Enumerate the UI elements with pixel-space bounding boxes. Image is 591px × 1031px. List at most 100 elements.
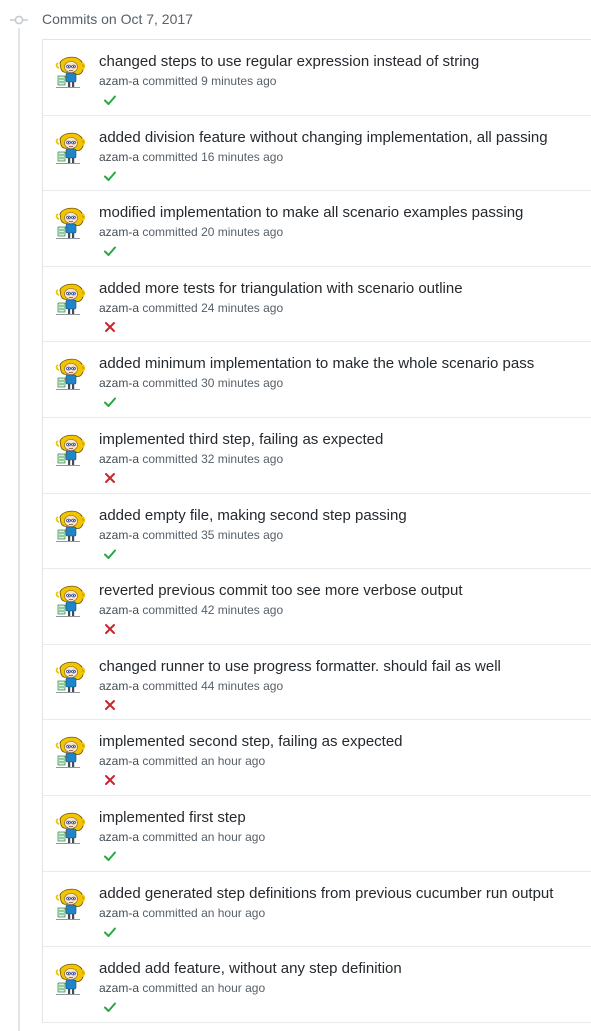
x-icon[interactable] [103, 622, 117, 636]
avatar-image[interactable] [53, 205, 89, 242]
commit-verb: committed [142, 451, 198, 466]
commit-row[interactable]: added empty file, making second step pas… [43, 494, 591, 570]
commit-author[interactable]: azam-a [99, 74, 139, 88]
commit-meta: azam-a committed 16 minutes ago [99, 150, 283, 164]
commit-message[interactable]: added generated step definitions from pr… [99, 885, 553, 902]
commit-time[interactable]: 20 minutes ago [201, 225, 283, 239]
commit-verb: committed [142, 74, 198, 88]
commit-message[interactable]: implemented third step, failing as expec… [99, 431, 383, 448]
commit-meta: azam-a committed 20 minutes ago [99, 225, 283, 239]
check-icon[interactable] [103, 547, 117, 561]
commit-message[interactable]: added add feature, without any step defi… [99, 960, 402, 977]
avatar-image[interactable] [53, 507, 89, 544]
commit-message[interactable]: changed steps to use regular expression … [99, 53, 479, 70]
x-icon[interactable] [103, 471, 117, 485]
commit-message[interactable]: added division feature without changing … [99, 129, 548, 146]
commit-meta: azam-a committed 32 minutes ago [99, 452, 283, 466]
commit-author[interactable]: azam-a [99, 754, 139, 768]
commit-author[interactable]: azam-a [99, 452, 139, 466]
commit-time[interactable]: 42 minutes ago [201, 603, 283, 617]
commit-row[interactable]: implemented third step, failing as expec… [43, 418, 591, 494]
commit-author[interactable]: azam-a [99, 528, 139, 542]
commit-row[interactable]: added generated step definitions from pr… [43, 872, 591, 948]
commit-list: changed steps to use regular expression … [42, 39, 591, 1023]
commit-message[interactable]: added minimum implementation to make the… [99, 355, 534, 372]
avatar-image[interactable] [53, 658, 89, 695]
commit-verb: committed [142, 603, 198, 618]
commit-time[interactable]: 24 minutes ago [201, 301, 283, 315]
commit-row[interactable]: added add feature, without any step defi… [43, 947, 591, 1023]
commit-time[interactable]: 35 minutes ago [201, 528, 283, 542]
commit-time[interactable]: 44 minutes ago [201, 679, 283, 693]
commit-author[interactable]: azam-a [99, 301, 139, 315]
avatar-image[interactable] [53, 734, 89, 771]
commit-meta: azam-a committed an hour ago [99, 754, 265, 768]
commit-author[interactable]: azam-a [99, 679, 139, 693]
check-icon[interactable] [103, 93, 117, 107]
avatar-image[interactable] [53, 54, 89, 90]
commit-time[interactable]: 16 minutes ago [201, 150, 283, 164]
commit-meta: azam-a committed 42 minutes ago [99, 603, 283, 617]
commit-row[interactable]: added division feature without changing … [43, 116, 591, 192]
commit-message[interactable]: changed runner to use progress formatter… [99, 658, 501, 675]
commit-verb: committed [142, 149, 198, 164]
avatar-image[interactable] [53, 431, 89, 468]
avatar-image[interactable] [53, 885, 89, 922]
commits-page: Commits on Oct 7, 2017 changed steps to … [0, 0, 591, 1031]
commit-row[interactable]: changed runner to use progress formatter… [43, 645, 591, 721]
avatar-image[interactable] [53, 583, 89, 620]
avatar-image[interactable] [53, 809, 89, 846]
commit-group-title: Commits on Oct 7, 2017 [42, 11, 193, 27]
commit-verb: committed [142, 754, 198, 769]
commit-meta: azam-a committed 44 minutes ago [99, 679, 283, 693]
commit-message[interactable]: modified implementation to make all scen… [99, 204, 523, 221]
x-icon[interactable] [103, 773, 117, 787]
commit-time[interactable]: an hour ago [201, 830, 265, 844]
check-icon[interactable] [103, 169, 117, 183]
commit-time[interactable]: an hour ago [201, 906, 265, 920]
commit-verb: committed [142, 376, 198, 391]
commit-author[interactable]: azam-a [99, 830, 139, 844]
commit-author[interactable]: azam-a [99, 981, 139, 995]
commit-message[interactable]: implemented second step, failing as expe… [99, 733, 403, 750]
avatar-image[interactable] [53, 280, 89, 317]
check-icon[interactable] [103, 395, 117, 409]
x-icon[interactable] [103, 698, 117, 712]
commit-time[interactable]: an hour ago [201, 981, 265, 995]
commit-meta: azam-a committed 9 minutes ago [99, 74, 276, 88]
commit-meta: azam-a committed an hour ago [99, 906, 265, 920]
commit-row[interactable]: reverted previous commit too see more ve… [43, 569, 591, 645]
commit-verb: committed [142, 829, 198, 844]
commit-author[interactable]: azam-a [99, 150, 139, 164]
avatar-image[interactable] [53, 961, 89, 998]
check-icon[interactable] [103, 244, 117, 258]
check-icon[interactable] [103, 849, 117, 863]
commit-message[interactable]: reverted previous commit too see more ve… [99, 582, 463, 599]
commit-message[interactable]: added more tests for triangulation with … [99, 280, 463, 297]
x-icon[interactable] [103, 320, 117, 334]
commit-message[interactable]: implemented first step [99, 809, 246, 826]
commit-time[interactable]: an hour ago [201, 754, 265, 768]
avatar-image[interactable] [53, 356, 89, 393]
commit-message[interactable]: added empty file, making second step pas… [99, 507, 407, 524]
commit-author[interactable]: azam-a [99, 225, 139, 239]
commit-author[interactable]: azam-a [99, 376, 139, 390]
commit-time[interactable]: 32 minutes ago [201, 452, 283, 466]
commit-row[interactable]: changed steps to use regular expression … [43, 40, 591, 116]
commit-row[interactable]: added minimum implementation to make the… [43, 342, 591, 418]
commit-verb: committed [142, 300, 198, 315]
commit-group-header: Commits on Oct 7, 2017 [0, 8, 591, 32]
commit-author[interactable]: azam-a [99, 603, 139, 617]
commit-row[interactable]: implemented first step azam-a committed … [43, 796, 591, 872]
check-icon[interactable] [103, 925, 117, 939]
commit-verb: committed [142, 905, 198, 920]
commit-row[interactable]: modified implementation to make all scen… [43, 191, 591, 267]
check-icon[interactable] [103, 1000, 117, 1014]
commit-row[interactable]: added more tests for triangulation with … [43, 267, 591, 343]
git-commit-icon [10, 15, 28, 25]
commit-author[interactable]: azam-a [99, 906, 139, 920]
commit-time[interactable]: 30 minutes ago [201, 376, 283, 390]
commit-time[interactable]: 9 minutes ago [201, 74, 276, 88]
commit-row[interactable]: implemented second step, failing as expe… [43, 720, 591, 796]
avatar-image[interactable] [53, 129, 89, 166]
